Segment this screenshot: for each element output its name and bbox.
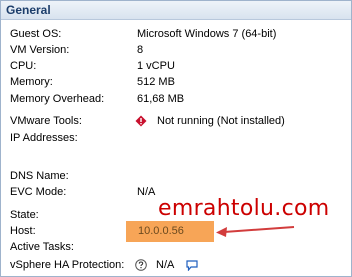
vmware-tools-label: VMware Tools: (10, 115, 82, 127)
arrow-annotation (216, 226, 295, 237)
comment-icon[interactable] (186, 260, 198, 272)
panel-header[interactable]: General (1, 1, 351, 20)
vmware-tools-value: Not running (Not installed) (157, 115, 285, 127)
vsphere-ha-label: vSphere HA Protection: (10, 259, 125, 271)
host-value-link[interactable]: 10.0.0.56 (138, 225, 184, 237)
cpu-label: CPU: (10, 60, 37, 72)
guest-os-value: Microsoft Windows 7 (64-bit) (137, 28, 277, 40)
vm-version-value: 8 (137, 44, 144, 56)
evc-mode-label: EVC Mode: (10, 186, 67, 198)
state-label: State: (10, 209, 39, 221)
vsphere-ha-value: N/A (156, 259, 175, 271)
vm-version-label: VM Version: (10, 44, 70, 56)
help-icon[interactable] (135, 259, 147, 271)
ip-addresses-label: IP Addresses: (10, 132, 78, 144)
memory-value: 512 MB (137, 76, 175, 88)
watermark: emrahtolu.com (158, 196, 330, 221)
panel-title: General (6, 3, 51, 17)
guest-os-label: Guest OS: (10, 28, 62, 40)
warning-icon (135, 115, 147, 127)
active-tasks-label: Active Tasks: (10, 241, 74, 253)
cpu-value: 1 vCPU (137, 60, 175, 72)
memory-label: Memory: (10, 76, 53, 88)
evc-mode-value: N/A (137, 186, 156, 198)
dns-name-label: DNS Name: (10, 170, 69, 182)
memory-overhead-value: 61,68 MB (137, 93, 185, 105)
host-label: Host: (10, 225, 36, 237)
memory-overhead-label: Memory Overhead: (10, 93, 105, 105)
